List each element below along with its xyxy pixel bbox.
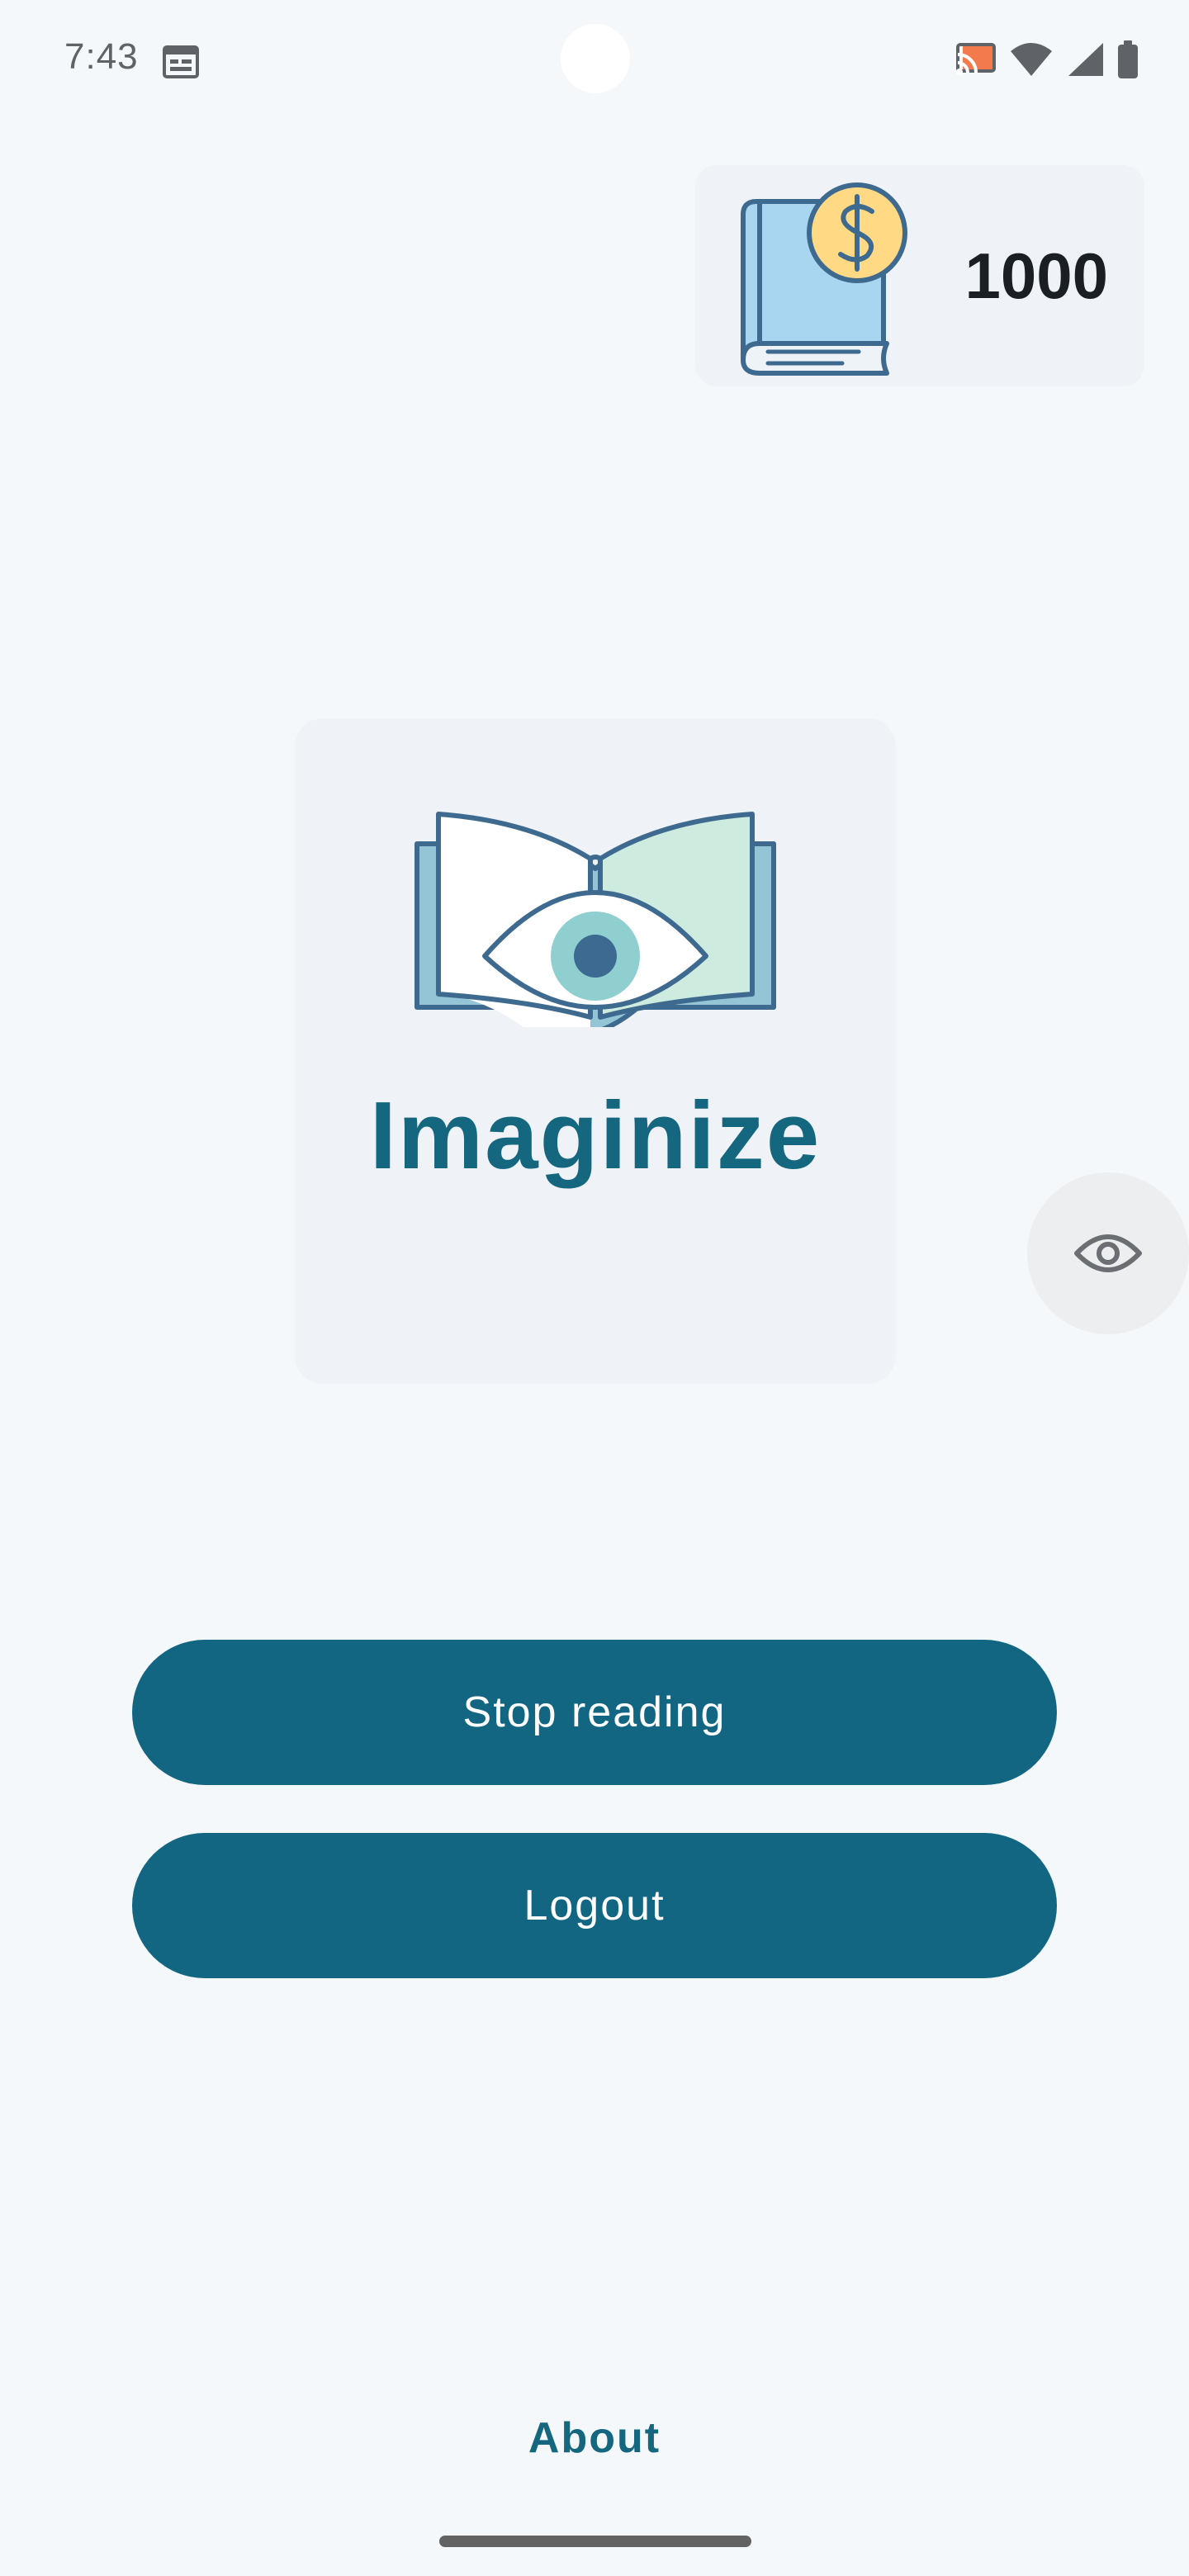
front-camera <box>561 24 630 93</box>
credits-card[interactable]: 1000 <box>695 165 1144 386</box>
logout-button[interactable]: Logout <box>132 1833 1057 1978</box>
app-logo-card: Imaginize <box>295 718 896 1384</box>
eye-toggle-button[interactable] <box>1027 1172 1189 1334</box>
status-bar: 7:43 <box>0 0 1189 124</box>
cast-icon <box>956 43 996 75</box>
stop-reading-button[interactable]: Stop reading <box>132 1640 1057 1785</box>
open-book-eye-icon <box>414 812 776 1027</box>
status-icons <box>955 38 1139 81</box>
status-time: 7:43 <box>64 36 139 77</box>
credits-amount: 1000 <box>964 239 1108 312</box>
signal-icon <box>1068 43 1103 76</box>
eye-icon <box>1074 1234 1142 1272</box>
battery-icon <box>1118 40 1138 78</box>
calendar-icon <box>163 45 199 78</box>
book-coin-icon <box>741 182 907 376</box>
app-title: Imaginize <box>369 1082 822 1189</box>
home-indicator[interactable] <box>439 2536 751 2547</box>
wifi-icon <box>1011 43 1052 76</box>
about-link[interactable]: About <box>0 2411 1189 2465</box>
